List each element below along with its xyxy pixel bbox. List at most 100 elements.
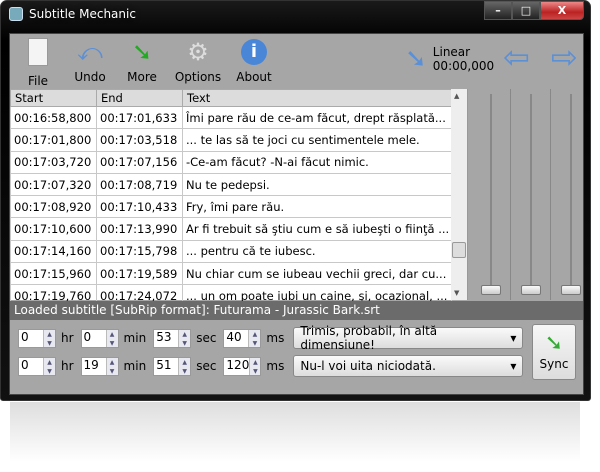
slider-2[interactable]	[521, 94, 541, 295]
cell-end: 00:17:08,719	[96, 172, 183, 197]
chevron-down-icon: ▾	[510, 331, 517, 345]
status-bar: Loaded subtitle [SubRip format]: Futuram…	[10, 301, 583, 320]
green-arrow-icon: ➘	[544, 331, 564, 356]
sync-row-2: 0 ▲ ▼ hr 19 ▲ ▼ min 51 ▲ ▼ sec 120 ▲ ▼ ms Nu-l voi u…	[18, 355, 524, 377]
close-button[interactable]: X	[540, 1, 584, 20]
scroll-down-icon[interactable]: ▼	[454, 289, 459, 297]
cell-text: ... te las să te joci cu sentimentele me…	[182, 128, 452, 152]
sec-label: sec	[196, 331, 217, 345]
min-stepper[interactable]: 19 ▲ ▼	[80, 356, 119, 376]
about-button[interactable]: i About	[226, 38, 282, 84]
min-label: min	[123, 359, 147, 373]
hr-stepper[interactable]: 0 ▲ ▼	[18, 328, 56, 348]
cell-end: 00:17:03,518	[96, 128, 183, 152]
document-icon	[28, 38, 48, 66]
cell-start: 00:17:07,320	[10, 172, 97, 197]
selected-line: Trimis, probabil, în altă dimensiune!	[300, 324, 438, 352]
cell-start: 00:17:14,160	[10, 239, 97, 264]
cell-start: 00:16:58,800	[10, 105, 97, 130]
cell-text: Fry, îmi pare rău.	[182, 195, 452, 219]
ms-stepper[interactable]: 120 ▲ ▼	[223, 356, 262, 376]
subtitle-select-2[interactable]: Nu-l voi uita niciodată. ▾	[293, 355, 524, 377]
green-arrow-icon: ➘	[131, 38, 153, 66]
subtitle-table[interactable]: Start End Text 00:16:58,800 00:17:01,633 Îmi…	[10, 89, 468, 308]
hr-label: hr	[61, 331, 74, 345]
undo-button[interactable]: ⤺ Undo	[62, 38, 118, 84]
next-arrow-icon[interactable]: ⇨	[551, 38, 578, 76]
sync-label: Sync	[539, 357, 569, 371]
table-row[interactable]: 00:17:01,800 00:17:03,518... te las să te…	[10, 128, 452, 152]
info-icon: i	[240, 38, 268, 66]
options-button[interactable]: ⚙ Options	[170, 38, 226, 84]
curve-arrow-icon: ➘	[405, 44, 427, 74]
mode-label: Linear	[432, 45, 471, 59]
sync-button[interactable]: ➘ Sync	[532, 324, 576, 380]
hr-label: hr	[61, 359, 74, 373]
minimize-button[interactable]: –	[484, 1, 512, 20]
slider-thumb[interactable]	[481, 285, 501, 295]
ms-label: ms	[266, 359, 285, 373]
cell-text: -Ce-am făcut? -N-ai făcut nimic.	[182, 150, 452, 174]
slider-thumb[interactable]	[521, 285, 541, 295]
file-label: File	[27, 74, 49, 88]
cell-end: 00:17:10,433	[96, 195, 183, 219]
cell-start: 00:17:01,800	[10, 128, 97, 152]
offset-value: 00:00,000	[432, 59, 495, 73]
title-bar: Subtitle Mechanic	[9, 7, 136, 21]
cell-start: 00:17:03,720	[10, 150, 97, 174]
table-row[interactable]: 00:17:03,720 00:17:07,156 -Ce-am făcut? -N…	[10, 150, 452, 174]
min-stepper[interactable]: 0 ▲ ▼	[80, 328, 119, 348]
sec-stepper[interactable]: 53 ▲ ▼	[153, 328, 192, 348]
app-icon	[9, 7, 23, 21]
slider-3[interactable]	[561, 94, 581, 295]
selected-line: Nu-l voi uita niciodată.	[300, 359, 436, 373]
cell-start: 00:17:08,920	[10, 195, 97, 219]
cell-start: 00:17:15,960	[10, 262, 97, 286]
more-label: More	[127, 70, 157, 84]
client-area: File ⤺ Undo ➘ More ⚙ Options i About ➘ Linear…	[9, 33, 584, 395]
subtitle-select-1[interactable]: Trimis, probabil, în altă dimensiune! ▾	[293, 324, 524, 352]
window-reflection	[10, 402, 580, 462]
about-label: About	[236, 70, 272, 84]
table-row[interactable]: 00:17:14,160 00:17:15,798... pentru că te…	[10, 239, 452, 264]
table-row[interactable]: 00:17:07,320 00:17:08,719 Nu te pedepsi.	[10, 172, 452, 197]
cell-text: Îmi pare rău de ce-am făcut, drept răspl…	[182, 105, 452, 130]
column-start[interactable]: Start	[10, 89, 97, 107]
slider-1[interactable]	[481, 94, 501, 295]
table-row[interactable]: 00:16:58,800 00:17:01,633 Îmi pare rău de …	[10, 105, 452, 130]
cell-end: 00:17:19,589	[96, 262, 183, 286]
cell-end: 00:17:01,633	[96, 105, 183, 130]
undo-arrow-icon: ⤺	[77, 38, 103, 66]
min-label: min	[123, 331, 147, 345]
cell-text: Nu chiar cum se iubeau vechii greci, dar…	[182, 262, 452, 286]
scroll-up-icon[interactable]: ▲	[454, 92, 459, 100]
maximize-button[interactable]: □	[512, 1, 540, 20]
cell-text: Ar fi trebuit să ştiu cum e să iubeşti o…	[182, 217, 452, 241]
hr-stepper[interactable]: 0 ▲ ▼	[18, 356, 56, 376]
ms-label: ms	[266, 331, 285, 345]
app-window: Subtitle Mechanic – □ X File ⤺ Undo ➘ More…	[0, 0, 591, 401]
table-row[interactable]: 00:17:10,600 00:17:13,990 Ar fi trebuit să…	[10, 217, 452, 241]
sec-stepper[interactable]: 51 ▲ ▼	[153, 356, 192, 376]
column-text[interactable]: Text	[182, 89, 452, 107]
table-row[interactable]: 00:17:08,920 00:17:10,433 Fry, îmi pare ră…	[10, 195, 452, 219]
cell-end: 00:17:15,798	[96, 239, 183, 264]
undo-label: Undo	[74, 70, 106, 84]
mode-button[interactable]: ➘ Linear 00:00,000	[405, 44, 494, 74]
cell-end: 00:17:07,156	[96, 150, 183, 174]
gear-icon: ⚙	[187, 38, 209, 66]
slider-thumb[interactable]	[561, 285, 581, 295]
vertical-scrollbar[interactable]: ▲ ▼	[451, 89, 467, 300]
table-row[interactable]: 00:17:15,960 00:17:19,589 Nu chiar cum se …	[10, 262, 452, 286]
file-button[interactable]: File	[10, 38, 66, 88]
more-button[interactable]: ➘ More	[114, 38, 170, 84]
cell-text: Nu te pedepsi.	[182, 172, 452, 197]
sync-row-1: 0 ▲ ▼ hr 0 ▲ ▼ min 53 ▲ ▼ sec 40 ▲ ▼ ms Trimis, prob…	[18, 324, 524, 352]
toolbar: File ⤺ Undo ➘ More ⚙ Options i About ➘ Linear…	[10, 34, 583, 88]
ms-stepper[interactable]: 40 ▲ ▼	[223, 328, 262, 348]
cell-end: 00:17:13,990	[96, 217, 183, 241]
previous-arrow-icon[interactable]: ⇦	[503, 38, 530, 76]
options-label: Options	[174, 70, 222, 84]
column-end[interactable]: End	[96, 89, 183, 107]
scroll-thumb[interactable]	[452, 242, 466, 258]
